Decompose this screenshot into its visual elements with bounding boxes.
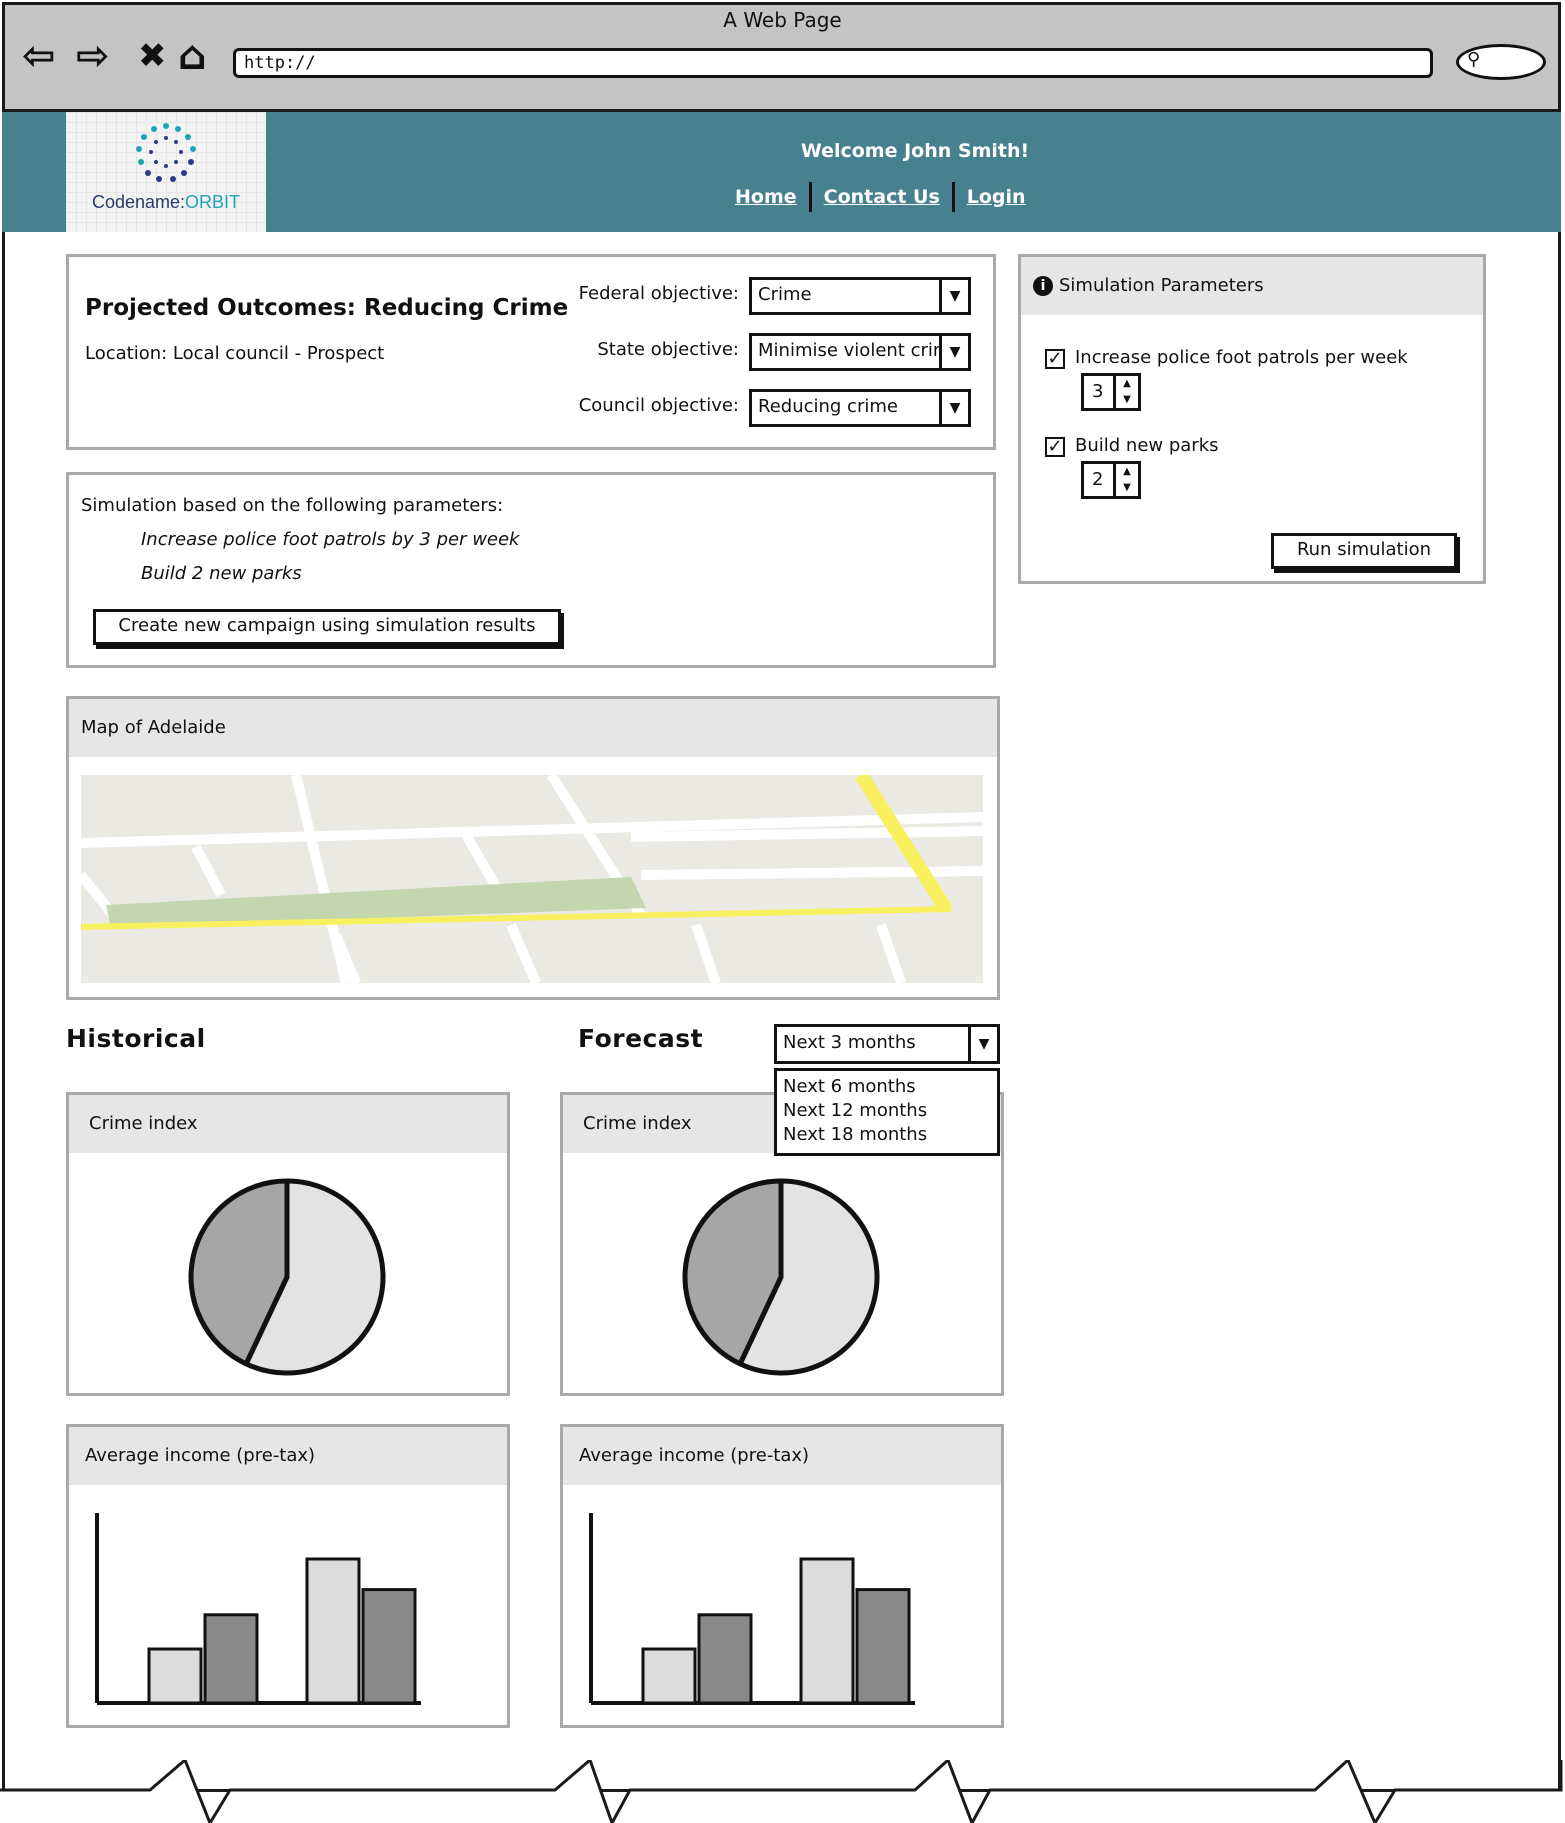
patrols-stepper[interactable]: 3 ▲ ▼ xyxy=(1081,373,1141,411)
forecast-range-options: Next 6 months Next 12 months Next 18 mon… xyxy=(774,1068,1000,1156)
historical-title: Historical xyxy=(66,1024,206,1053)
logo-text: Codename:ORBIT xyxy=(91,192,241,212)
council-objective-label: Council objective: xyxy=(578,395,739,416)
historical-income-title: Average income (pre-tax) xyxy=(69,1427,507,1485)
location-text: Location: Local council - Prospect xyxy=(85,343,385,364)
map-panel: Map of Adelaide xyxy=(66,696,1000,1000)
historical-income-panel: Average income (pre-tax) xyxy=(66,1424,510,1728)
nav-divider xyxy=(808,182,812,212)
window-title: A Web Page xyxy=(723,8,842,32)
bar-group-1-series-2 xyxy=(203,1613,259,1705)
nav-link-home[interactable]: Home xyxy=(735,186,797,208)
forecast-option-12-months[interactable]: Next 12 months xyxy=(783,1099,991,1123)
historical-crime-panel: Crime index xyxy=(66,1092,510,1396)
forecast-income-title: Average income (pre-tax) xyxy=(563,1427,1001,1485)
welcome-message: Welcome John Smith! xyxy=(800,140,1030,162)
historical-income-bar-chart xyxy=(95,1513,421,1705)
parks-value: 2 xyxy=(1092,469,1104,490)
forecast-option-6-months[interactable]: Next 6 months xyxy=(783,1075,991,1099)
nav-link-contact[interactable]: Contact Us xyxy=(824,186,940,208)
search-icon: ⚲ xyxy=(1467,49,1481,70)
council-objective-select[interactable]: Reducing crime ▼ xyxy=(749,389,971,427)
forecast-income-panel: Average income (pre-tax) xyxy=(560,1424,1004,1728)
bar-group-2-series-2 xyxy=(361,1588,417,1705)
outcomes-panel: Projected Outcomes: Reducing Crime Locat… xyxy=(66,254,996,450)
create-campaign-button[interactable]: Create new campaign using simulation res… xyxy=(93,609,561,645)
federal-objective-label: Federal objective: xyxy=(578,283,739,304)
nav-link-login[interactable]: Login xyxy=(967,186,1026,208)
bar-group-1-series-1 xyxy=(641,1647,697,1705)
nav-divider xyxy=(951,182,955,212)
chevron-down-icon: ▼ xyxy=(939,336,968,368)
chevron-down-icon: ▼ xyxy=(968,1027,997,1061)
info-icon: i xyxy=(1033,276,1053,296)
orbit-logo-icon xyxy=(136,123,196,182)
parks-stepper[interactable]: 2 ▲ ▼ xyxy=(1081,461,1141,499)
forecast-range-select[interactable]: Next 3 months ▼ xyxy=(774,1024,1000,1064)
patrols-option-label: Increase police foot patrols per week xyxy=(1075,347,1408,368)
forecast-income-bar-chart xyxy=(589,1513,915,1705)
bar-group-1-series-2 xyxy=(697,1613,753,1705)
run-simulation-button[interactable]: Run simulation xyxy=(1271,533,1457,569)
parks-checkbox[interactable]: ✓ xyxy=(1045,437,1065,457)
logo[interactable]: Codename:ORBIT xyxy=(66,112,266,232)
simulation-intro: Simulation based on the following parame… xyxy=(81,495,504,516)
map-image[interactable] xyxy=(81,775,983,983)
simulation-parameters-panel: i Simulation Parameters ✓ Increase police… xyxy=(1018,254,1486,584)
forward-icon[interactable]: ⇨ xyxy=(76,36,110,76)
simulation-summary-panel: Simulation based on the following parame… xyxy=(66,472,996,668)
stop-icon[interactable]: ✖ xyxy=(138,36,167,76)
bar-group-2-series-1 xyxy=(799,1557,855,1705)
parks-option-label: Build new parks xyxy=(1075,435,1219,456)
federal-objective-select[interactable]: Crime ▼ xyxy=(749,277,971,315)
simulation-parameters-title: Simulation Parameters xyxy=(1059,275,1264,296)
stepper-arrows-icon[interactable]: ▲ ▼ xyxy=(1113,464,1138,496)
forecast-crime-pie-chart xyxy=(682,1178,880,1376)
simulation-param-parks: Build 2 new parks xyxy=(141,563,302,584)
home-icon[interactable]: ⌂ xyxy=(178,36,207,76)
patrols-checkbox[interactable]: ✓ xyxy=(1045,349,1065,369)
historical-crime-pie-chart xyxy=(188,1178,386,1376)
patrols-value: 3 xyxy=(1092,381,1104,402)
page-title: Projected Outcomes: Reducing Crime xyxy=(85,295,569,321)
state-objective-select[interactable]: Minimise violent crime ▼ xyxy=(749,333,971,371)
back-icon[interactable]: ⇦ xyxy=(22,36,56,76)
header-nav: Home Contact Us Login xyxy=(735,182,1026,212)
stepper-arrows-icon[interactable]: ▲ ▼ xyxy=(1113,376,1138,408)
map-title: Map of Adelaide xyxy=(69,699,997,757)
council-objective-value: Reducing crime xyxy=(758,396,898,417)
torn-page-edge xyxy=(0,1760,1565,1823)
bar-group-2-series-2 xyxy=(855,1588,911,1705)
bar-group-2-series-1 xyxy=(305,1557,361,1705)
federal-objective-value: Crime xyxy=(758,284,812,305)
browser-search-field[interactable]: ⚲ xyxy=(1456,44,1546,80)
chevron-down-icon: ▼ xyxy=(939,392,968,424)
state-objective-value: Minimise violent crime xyxy=(758,340,962,361)
simulation-parameters-header: i Simulation Parameters xyxy=(1021,257,1483,315)
forecast-option-18-months[interactable]: Next 18 months xyxy=(783,1123,991,1147)
simulation-param-patrols: Increase police foot patrols by 3 per we… xyxy=(141,529,520,550)
historical-crime-title: Crime index xyxy=(69,1095,507,1153)
bar-group-1-series-1 xyxy=(147,1647,203,1705)
forecast-title: Forecast xyxy=(578,1024,704,1053)
forecast-range-value: Next 3 months xyxy=(783,1032,916,1053)
address-bar[interactable]: http:// xyxy=(233,48,1433,78)
chevron-down-icon: ▼ xyxy=(939,280,968,312)
state-objective-label: State objective: xyxy=(597,339,739,360)
